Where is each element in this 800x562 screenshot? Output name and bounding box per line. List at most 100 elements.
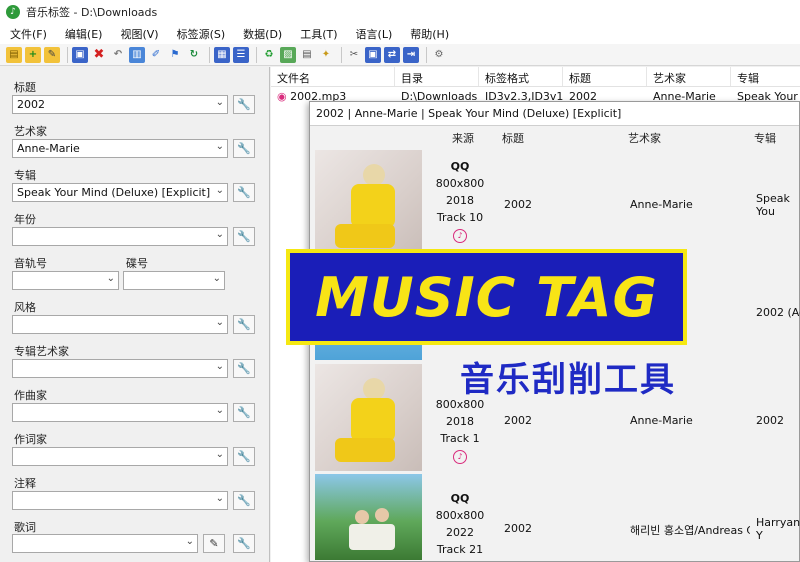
- title-field[interactable]: 2002 ⌄: [12, 95, 228, 114]
- results-column-source[interactable]: 来源: [446, 126, 480, 150]
- wrench-icon: 🔧: [237, 318, 251, 331]
- album-cover-image: [315, 364, 422, 471]
- preview-icon[interactable]: ♪: [453, 229, 467, 243]
- result-title: 2002: [504, 414, 532, 427]
- album-artist-field[interactable]: ⌄: [12, 359, 228, 378]
- toolbar-separator: [341, 46, 342, 63]
- title-wrench-button[interactable]: 🔧: [233, 95, 255, 114]
- menu-edit[interactable]: 编辑(E): [59, 26, 109, 42]
- chevron-down-icon[interactable]: ⌄: [213, 273, 221, 284]
- tag-editor-panel: 标题 2002 ⌄ 🔧 艺术家 Anne-Marie ⌄ 🔧 专辑 Speak Yo…: [0, 67, 270, 562]
- column-album[interactable]: 专辑: [731, 67, 800, 86]
- menu-data[interactable]: 数据(D): [237, 26, 288, 42]
- gear-icon[interactable]: ⚙: [431, 47, 447, 63]
- grid-icon[interactable]: ▦: [214, 46, 230, 63]
- magic-icon[interactable]: ✦: [318, 47, 334, 63]
- results-column-album[interactable]: 专辑: [748, 126, 782, 150]
- edit-icon[interactable]: ✎: [44, 46, 60, 63]
- table-icon[interactable]: ▤: [299, 47, 315, 63]
- composer-field[interactable]: ⌄: [12, 403, 228, 422]
- disc-field[interactable]: ⌄: [123, 271, 225, 290]
- open-folder-icon[interactable]: ▤: [6, 46, 22, 63]
- artist-wrench-button[interactable]: 🔧: [233, 139, 255, 158]
- chevron-down-icon[interactable]: ⌄: [107, 273, 115, 284]
- toolbar-separator: [426, 46, 427, 63]
- album-field[interactable]: Speak Your Mind (Deluxe) [Explicit] ⌄: [12, 183, 228, 202]
- image-icon[interactable]: ▨: [280, 46, 296, 63]
- menu-language[interactable]: 语言(L): [350, 26, 399, 42]
- disc-label: 碟号: [126, 257, 148, 270]
- tools-icon[interactable]: ✂: [346, 47, 362, 63]
- result-meta: QQ 800x800 2018 Track 10 ♪: [428, 158, 492, 243]
- book-icon[interactable]: ▥: [129, 46, 145, 63]
- comment-wrench-button[interactable]: 🔧: [233, 491, 255, 510]
- column-directory[interactable]: 目录: [395, 67, 479, 86]
- artist-field[interactable]: Anne-Marie ⌄: [12, 139, 228, 158]
- lyricist-wrench-button[interactable]: 🔧: [233, 447, 255, 466]
- convert-icon[interactable]: ⇄: [384, 46, 400, 63]
- result-album: Speak You (Deluxe) [: [756, 192, 800, 220]
- chevron-down-icon[interactable]: ⌄: [216, 97, 224, 108]
- year-wrench-button[interactable]: 🔧: [233, 227, 255, 246]
- genre-field[interactable]: ⌄: [12, 315, 228, 334]
- chevron-down-icon[interactable]: ⌄: [216, 449, 224, 460]
- result-row[interactable]: QQ 800x800 2018 Track 10 ♪ 2002 Anne-Mar…: [310, 150, 800, 260]
- column-title[interactable]: 标题: [563, 67, 647, 86]
- music-file-icon: ◉: [277, 90, 287, 103]
- genre-wrench-button[interactable]: 🔧: [233, 315, 255, 334]
- title-label: 标题: [14, 81, 36, 94]
- menu-bar: 文件(F) 编辑(E) 视图(V) 标签源(S) 数据(D) 工具(T) 语言(…: [0, 24, 800, 44]
- delete-icon[interactable]: ✖: [91, 47, 107, 63]
- album-artist-wrench-button[interactable]: 🔧: [233, 359, 255, 378]
- file-icon[interactable]: ▣: [365, 46, 381, 63]
- lyrics-wrench-button[interactable]: 🔧: [233, 534, 255, 553]
- lyricist-field[interactable]: ⌄: [12, 447, 228, 466]
- chevron-down-icon[interactable]: ⌄: [216, 317, 224, 328]
- lyrics-field[interactable]: ⌄: [12, 534, 198, 553]
- save-icon[interactable]: ▣: [72, 46, 88, 63]
- preview-icon[interactable]: ♪: [453, 450, 467, 464]
- wrench-icon: 🔧: [237, 406, 251, 419]
- menu-tag-source[interactable]: 标签源(S): [171, 26, 232, 42]
- recycle-icon[interactable]: ♻: [261, 47, 277, 63]
- menu-help[interactable]: 帮助(H): [404, 26, 455, 42]
- year-field[interactable]: ⌄: [12, 227, 228, 246]
- chevron-down-icon[interactable]: ⌄: [216, 229, 224, 240]
- promo-banner-inner: MUSIC TAG: [290, 253, 683, 341]
- chevron-down-icon[interactable]: ⌄: [216, 361, 224, 372]
- chevron-down-icon[interactable]: ⌄: [186, 536, 194, 547]
- wrench-icon: 🔧: [237, 142, 251, 155]
- menu-tools[interactable]: 工具(T): [294, 26, 343, 42]
- results-window-title: 2002 | Anne-Marie | Speak Your Mind (Del…: [310, 102, 799, 126]
- menu-view[interactable]: 视图(V): [114, 26, 164, 42]
- banner-subtitle: 音乐刮削工具: [460, 360, 676, 400]
- album-wrench-button[interactable]: 🔧: [233, 183, 255, 202]
- column-artist[interactable]: 艺术家: [647, 67, 731, 86]
- result-size: 800x800: [435, 177, 485, 190]
- add-folder-icon[interactable]: +: [25, 46, 41, 63]
- refresh-icon[interactable]: ↻: [186, 47, 202, 63]
- chevron-down-icon[interactable]: ⌄: [216, 185, 224, 196]
- menu-file[interactable]: 文件(F): [4, 26, 53, 42]
- brush-icon[interactable]: ✐: [148, 47, 164, 63]
- comment-field[interactable]: ⌄: [12, 491, 228, 510]
- lyrics-edit-button[interactable]: ✎: [203, 534, 225, 553]
- app-window: ♪ 音乐标签 - D:\Downloads 文件(F) 编辑(E) 视图(V) …: [0, 0, 800, 562]
- wrench-icon: 🔧: [237, 230, 251, 243]
- column-tag-format[interactable]: 标签格式: [479, 67, 563, 86]
- chevron-down-icon[interactable]: ⌄: [216, 405, 224, 416]
- artist-label: 艺术家: [14, 125, 47, 138]
- undo-icon[interactable]: ↶: [110, 47, 126, 63]
- result-row[interactable]: QQ 800x800 2022 Track 21 2002 해리빈 홍소엽/An…: [310, 474, 800, 562]
- results-column-title[interactable]: 标题: [496, 126, 530, 150]
- result-year: 2022: [446, 526, 474, 539]
- composer-wrench-button[interactable]: 🔧: [233, 403, 255, 422]
- track-field[interactable]: ⌄: [12, 271, 119, 290]
- chevron-down-icon[interactable]: ⌄: [216, 141, 224, 152]
- chevron-down-icon[interactable]: ⌄: [216, 493, 224, 504]
- results-column-artist[interactable]: 艺术家: [622, 126, 667, 150]
- export-icon[interactable]: ⇥: [403, 46, 419, 63]
- list-icon[interactable]: ☰: [233, 46, 249, 63]
- column-filename[interactable]: 文件名: [271, 67, 395, 86]
- tag-icon[interactable]: ⚑: [167, 47, 183, 63]
